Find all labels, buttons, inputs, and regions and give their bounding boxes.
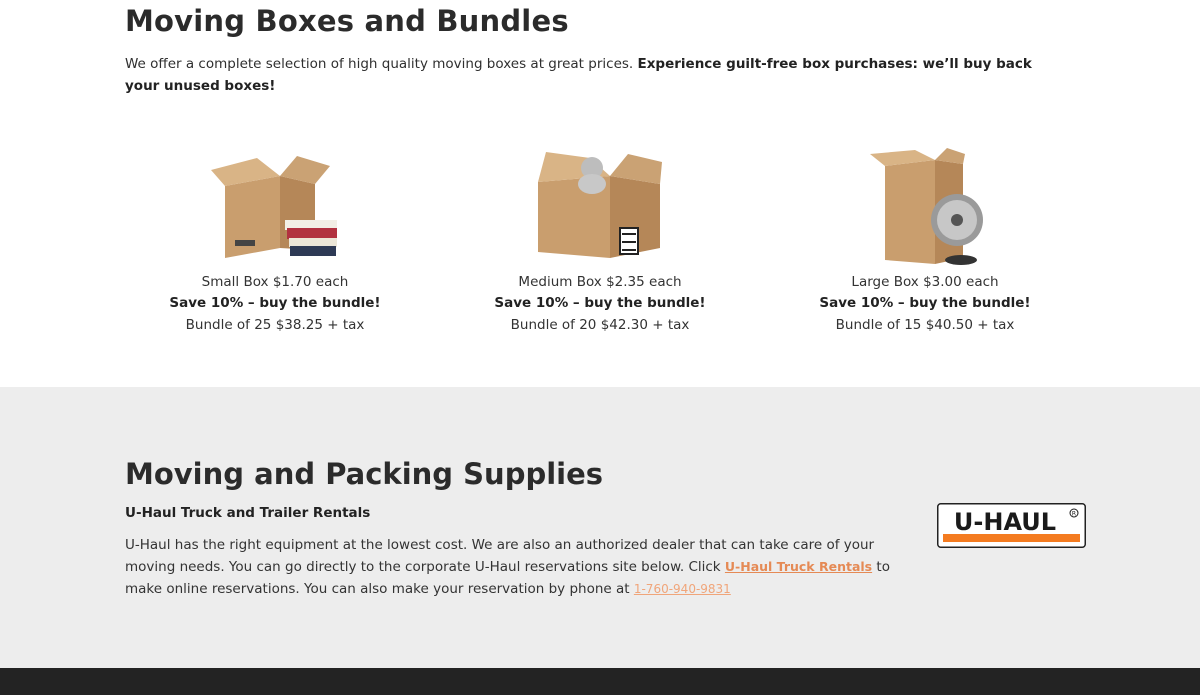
phone-link[interactable]: 1-760-940-9831 (634, 582, 731, 596)
svg-text:R: R (1072, 511, 1076, 518)
page-title: Moving Boxes and Bundles (125, 4, 569, 38)
large-box-bundle: Bundle of 15 $40.50 + tax (835, 316, 1015, 333)
uhaul-logo[interactable]: U-HAUL R (937, 503, 1086, 548)
small-box-price: Small Box $1.70 each (201, 274, 349, 290)
intro-text: We offer a complete selection of high qu… (125, 56, 638, 72)
large-box-image (775, 148, 1075, 268)
medium-box-price: Medium Box $2.35 each (518, 274, 682, 290)
medium-box-bundle: Bundle of 20 $42.30 + tax (510, 316, 690, 333)
small-box-save: Save 10% – buy the bundle! (169, 295, 381, 312)
supplies-section: Moving and Packing Supplies U-Haul Truck… (0, 387, 1200, 668)
product-large-box: Large Box $3.00 each Save 10% – buy the … (775, 148, 1075, 336)
medium-box-save: Save 10% – buy the bundle! (494, 295, 706, 312)
uhaul-logo-text: U-HAUL (954, 508, 1056, 536)
uhaul-description: U-Haul has the right equipment at the lo… (125, 534, 915, 600)
small-box-bundle: Bundle of 25 $38.25 + tax (185, 316, 365, 333)
medium-box-image (450, 148, 750, 268)
uhaul-truck-rentals-link[interactable]: U-Haul Truck Rentals (725, 559, 872, 574)
large-box-save: Save 10% – buy the bundle! (819, 295, 1031, 312)
boxes-section: Moving Boxes and Bundles We offer a comp… (0, 0, 1200, 387)
small-box-image (125, 148, 425, 268)
product-medium-box: Medium Box $2.35 each Save 10% – buy the… (450, 148, 750, 336)
product-small-box: Small Box $1.70 each Save 10% – buy the … (125, 148, 425, 336)
large-box-price: Large Box $3.00 each (851, 274, 999, 290)
uhaul-subhead: U-Haul Truck and Trailer Rentals (125, 505, 371, 521)
intro-paragraph: We offer a complete selection of high qu… (125, 53, 1035, 97)
supplies-title: Moving and Packing Supplies (125, 457, 604, 491)
footer-bar (0, 668, 1200, 695)
